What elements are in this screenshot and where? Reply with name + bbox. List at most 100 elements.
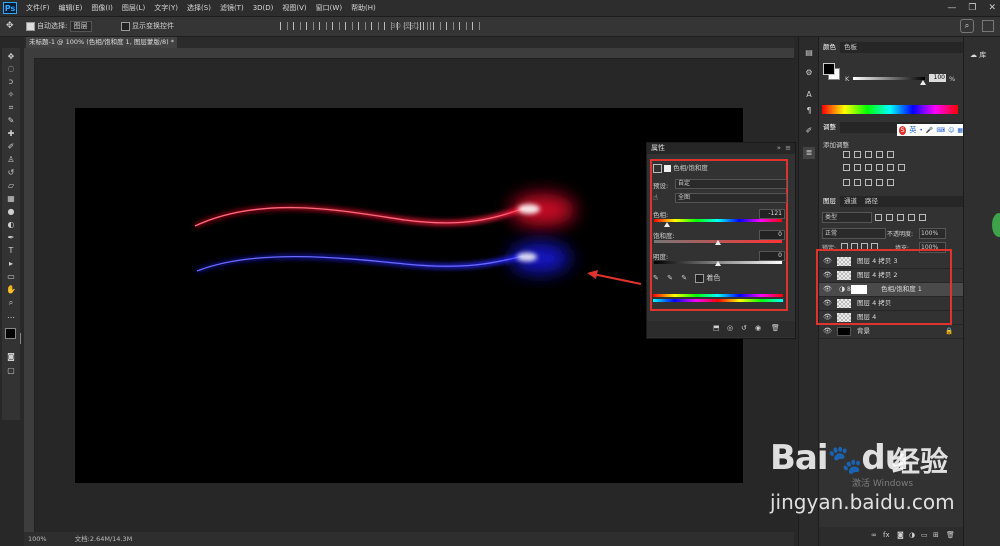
color-foreground-swatch[interactable]: [823, 63, 835, 75]
eyedropper-plus-icon[interactable]: ✎: [667, 274, 673, 282]
saturation-slider-thumb[interactable]: [715, 240, 721, 245]
gradient-tool-icon[interactable]: ▦: [5, 194, 17, 204]
mask-icon[interactable]: [664, 164, 672, 172]
color-balance-icon[interactable]: [854, 164, 861, 171]
selective-color-icon[interactable]: [876, 179, 883, 186]
ime-mic-icon[interactable]: 🎤: [926, 127, 933, 134]
exposure-icon[interactable]: [876, 151, 883, 158]
3d-pan-icon[interactable]: [446, 22, 454, 30]
history-panel-icon[interactable]: ▤: [803, 47, 815, 59]
align-bottom-icon[interactable]: [306, 22, 314, 30]
3d-slide-icon[interactable]: [459, 22, 467, 30]
auto-select-option[interactable]: 自动选择: 图层: [26, 21, 92, 32]
ime-language-label[interactable]: 英: [909, 125, 916, 135]
menu-3d[interactable]: 3D(D): [253, 0, 274, 16]
vibrance-icon[interactable]: [887, 151, 894, 158]
quick-mask-icon[interactable]: ◙: [5, 352, 17, 362]
tab-paths[interactable]: 路径: [861, 197, 882, 205]
foreground-color-swatch[interactable]: [5, 328, 16, 339]
align-vcenter-icon[interactable]: [293, 22, 301, 30]
history-brush-tool-icon[interactable]: ↺: [5, 168, 17, 178]
minimize-button[interactable]: —: [947, 0, 956, 16]
document-size[interactable]: 文档:2.64M/14.3M: [49, 535, 133, 543]
marquee-tool-icon[interactable]: ◌: [5, 64, 17, 74]
eyedropper-icon[interactable]: ✎: [653, 274, 659, 282]
lasso-tool-icon[interactable]: ↄ: [5, 77, 17, 87]
close-button[interactable]: ✕: [988, 0, 996, 16]
move-tool-icon[interactable]: ✥: [5, 52, 17, 62]
hue-saturation-icon[interactable]: [843, 164, 850, 171]
channel-dropdown[interactable]: 全图: [675, 193, 787, 203]
hue-slider-thumb[interactable]: [663, 222, 670, 227]
eraser-tool-icon[interactable]: ▱: [5, 181, 17, 191]
pen-tool-icon[interactable]: ✒: [5, 233, 17, 243]
more-tools-icon[interactable]: …: [5, 311, 17, 321]
adjustment-icon[interactable]: [653, 163, 662, 173]
align-left-icon[interactable]: [319, 22, 327, 30]
ime-keyboard-icon[interactable]: ⌨: [936, 127, 945, 134]
tab-channels[interactable]: 通道: [840, 197, 861, 205]
panel-menu-icon[interactable]: ≡: [785, 143, 791, 154]
ime-punct-icon[interactable]: •: [919, 127, 923, 134]
hue-slider-track[interactable]: [654, 219, 782, 222]
filter-pixel-icon[interactable]: [875, 214, 882, 221]
layer-row[interactable]: 👁 背景 🔒: [819, 325, 963, 339]
filter-adjust-icon[interactable]: [886, 214, 893, 221]
menu-file[interactable]: 文件(F): [26, 0, 50, 16]
magic-wand-tool-icon[interactable]: ✧: [5, 90, 17, 100]
eyedropper-minus-icon[interactable]: ✎: [681, 274, 687, 282]
k-channel-thumb[interactable]: [920, 80, 926, 85]
brush-panel-icon[interactable]: ✐: [803, 125, 815, 137]
clip-to-layer-icon[interactable]: ⬒: [713, 324, 720, 332]
lightness-value-input[interactable]: 0: [759, 251, 785, 261]
dodge-tool-icon[interactable]: ◐: [5, 220, 17, 230]
tab-swatches[interactable]: 色板: [840, 43, 861, 51]
k-channel-input[interactable]: 100: [929, 74, 946, 82]
brightness-icon[interactable]: [843, 151, 850, 158]
document-tab[interactable]: 未标题-1 @ 100% (色相/饱和度 1, 图层蒙版/8) *: [26, 37, 177, 48]
black-white-icon[interactable]: [865, 164, 872, 171]
menu-filter[interactable]: 滤镜(T): [220, 0, 244, 16]
filter-smart-icon[interactable]: [919, 214, 926, 221]
stamp-tool-icon[interactable]: ♙: [5, 155, 17, 165]
saturation-value-input[interactable]: 0: [759, 230, 785, 240]
lightness-slider-thumb[interactable]: [715, 261, 721, 266]
transform-controls-checkbox[interactable]: [121, 21, 130, 31]
photo-filter-icon[interactable]: [876, 164, 883, 171]
curves-icon[interactable]: [865, 151, 872, 158]
properties-panel-icon[interactable]: ≣: [803, 147, 815, 159]
3d-rotate-icon[interactable]: [420, 22, 428, 30]
ime-user-icon[interactable]: ☺: [948, 127, 954, 134]
side-widget-icon[interactable]: [992, 213, 1000, 237]
targeted-adjust-icon[interactable]: ☝: [653, 193, 658, 202]
3d-scale-icon[interactable]: [472, 22, 480, 30]
menu-help[interactable]: 帮助(H): [351, 0, 376, 16]
blend-mode-dropdown[interactable]: 正常: [822, 228, 886, 239]
hand-tool-icon[interactable]: ✋: [5, 285, 17, 295]
delete-adjustment-icon[interactable]: 🗑: [771, 324, 780, 332]
menu-type[interactable]: 文字(Y): [154, 0, 178, 16]
menu-edit[interactable]: 编辑(E): [59, 0, 83, 16]
workspace-switcher-icon[interactable]: [982, 20, 994, 32]
character-panel-icon[interactable]: A: [803, 89, 815, 101]
path-select-tool-icon[interactable]: ▸: [5, 259, 17, 269]
auto-select-checkbox[interactable]: [26, 21, 35, 31]
3d-roll-icon[interactable]: [433, 22, 441, 30]
tool-presets-icon[interactable]: ⚙: [803, 67, 815, 79]
menu-select[interactable]: 选择(S): [187, 0, 211, 16]
restore-button[interactable]: ❐: [968, 0, 976, 16]
visibility-icon[interactable]: ◉: [755, 324, 761, 332]
filter-type-icon[interactable]: [897, 214, 904, 221]
tab-adjustments[interactable]: 调整: [819, 122, 840, 133]
paragraph-panel-icon[interactable]: ¶: [803, 105, 815, 117]
colorize-checkbox[interactable]: [695, 273, 705, 283]
zoom-level[interactable]: 100%: [24, 535, 47, 543]
blur-tool-icon[interactable]: ●: [5, 207, 17, 217]
eyedropper-tool-icon[interactable]: ✎: [5, 116, 17, 126]
type-tool-icon[interactable]: T: [5, 246, 17, 256]
hue-value-input[interactable]: -121: [759, 209, 785, 219]
align-top-icon[interactable]: [280, 22, 288, 30]
distribute-bottom-icon[interactable]: [371, 22, 379, 30]
layer-filter-dropdown[interactable]: 类型: [822, 212, 872, 223]
levels-icon[interactable]: [854, 151, 861, 158]
